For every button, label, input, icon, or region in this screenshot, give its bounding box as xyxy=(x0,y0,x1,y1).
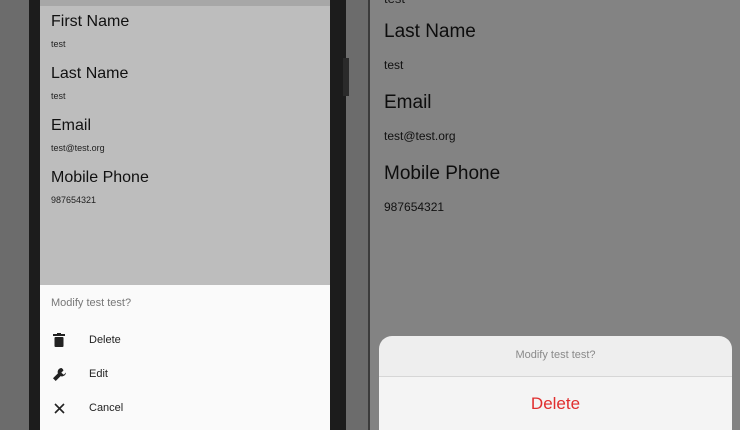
contact-details: Last Name test Email test@test.org Mobil… xyxy=(384,20,500,233)
android-bottom-sheet: Modify test test? Delete Edit Cancel xyxy=(40,285,330,430)
action-label: Delete xyxy=(89,334,121,346)
close-icon xyxy=(49,398,69,418)
field-value: test xyxy=(51,39,66,49)
field-last-name: Last Name test xyxy=(51,64,149,102)
field-label: Email xyxy=(51,117,92,134)
field-mobile-phone: Mobile Phone 987654321 xyxy=(384,162,500,215)
field-label: Last Name xyxy=(51,65,129,82)
field-email: Email test@test.org xyxy=(51,116,149,154)
delete-label: Delete xyxy=(530,394,581,413)
sheet-title: Modify test test? xyxy=(51,297,132,309)
field-value: 987654321 xyxy=(51,195,97,205)
field-label: Last Name xyxy=(384,21,476,42)
field-mobile-phone: Mobile Phone 987654321 xyxy=(51,168,149,206)
delete-button[interactable]: Delete xyxy=(379,377,732,430)
android-screen: First Name test Last Name test Email tes… xyxy=(40,0,330,430)
field-last-name: Last Name test xyxy=(384,20,500,73)
contact-details: First Name test Last Name test Email tes… xyxy=(51,12,149,220)
app-bar-edge xyxy=(40,0,330,6)
field-label: Email xyxy=(384,92,432,113)
field-first-name: First Name test xyxy=(51,12,149,50)
sheet-title: Modify test test? xyxy=(515,349,596,361)
field-label: First Name xyxy=(51,13,130,30)
field-value: test xyxy=(51,91,66,101)
device-volume-button xyxy=(343,58,349,96)
ios-screen: test Last Name test Email test@test.org … xyxy=(370,0,740,430)
ios-action-sheet: Modify test test? Delete xyxy=(379,336,732,430)
trash-icon xyxy=(49,330,69,350)
field-label: Mobile Phone xyxy=(51,169,149,186)
field-value-cut-off: test xyxy=(384,0,405,6)
delete-action[interactable]: Delete xyxy=(40,323,330,357)
cancel-action[interactable]: Cancel xyxy=(40,391,330,425)
edit-action[interactable]: Edit xyxy=(40,357,330,391)
action-label: Cancel xyxy=(89,402,124,414)
field-email: Email test@test.org xyxy=(384,91,500,144)
action-label: Edit xyxy=(89,368,108,380)
field-value: 987654321 xyxy=(384,200,445,214)
field-value: test@test.org xyxy=(51,143,105,153)
field-value: test xyxy=(384,58,404,72)
field-value: test@test.org xyxy=(384,129,456,143)
field-label: Mobile Phone xyxy=(384,163,501,184)
wrench-icon xyxy=(49,364,69,384)
